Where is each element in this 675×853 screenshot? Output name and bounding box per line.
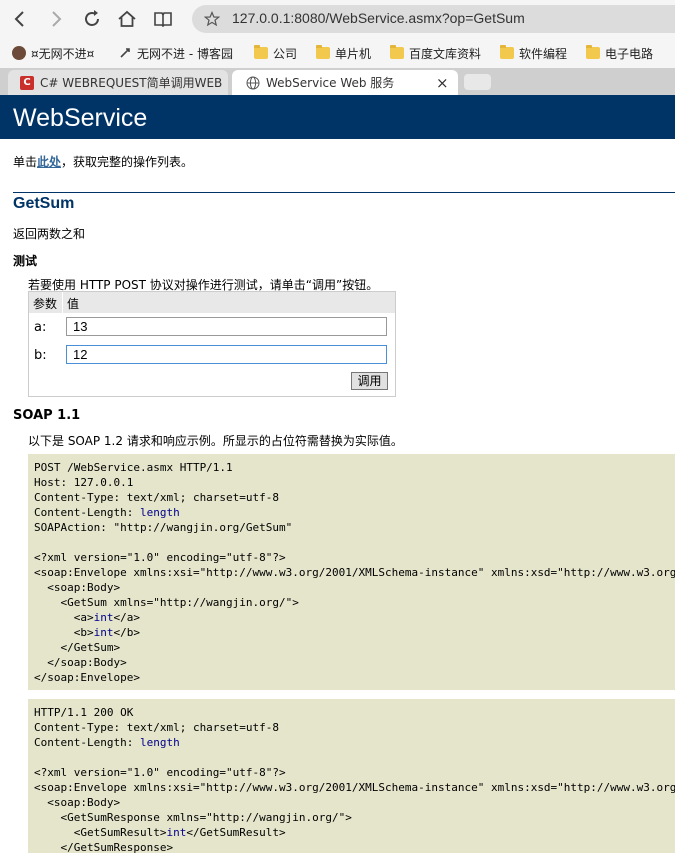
code-line: </GetSumResponse> <box>34 841 174 853</box>
code-line: <?xml version="1.0" encoding="utf-8"?> <box>34 766 286 779</box>
code-line: <a>int</a> <box>34 611 140 624</box>
tab-webservice[interactable]: WebService Web 服务 × <box>232 70 458 95</box>
code-line: Content-Type: text/xml; charset=utf-8 <box>34 491 280 504</box>
code-line: Content-Type: text/xml; charset=utf-8 <box>34 721 280 734</box>
bookmark-label: ¤无网不进¤ <box>31 46 95 61</box>
globe-icon <box>246 76 260 90</box>
back-icon[interactable] <box>8 7 32 31</box>
new-tab-button[interactable] <box>464 74 491 90</box>
code-line: Content-Length: length <box>34 736 180 749</box>
blog-icon <box>118 46 132 60</box>
code-line: <GetSum xmlns="http://wangjin.org/"> <box>34 596 299 609</box>
bookmark-folder[interactable]: 公司 <box>254 44 297 62</box>
placeholder-value: int <box>166 826 187 839</box>
address-bar[interactable]: 127.0.0.1:8080/WebService.asmx?op=GetSum <box>192 5 675 33</box>
value-column-header: 值 <box>67 297 80 311</box>
placeholder-value: int <box>93 611 114 624</box>
placeholder-value: int <box>93 626 114 639</box>
bookmark-label: 无网不进 - 博客园 <box>137 46 233 61</box>
bookmarks-bar: ¤无网不进¤ 无网不进 - 博客园 公司 单片机 百度文库资料 软件编程 电子电… <box>0 37 675 68</box>
home-icon[interactable] <box>115 7 139 31</box>
param-column-header: 参数 <box>33 297 58 311</box>
tab-title: WebService Web 服务 <box>266 76 395 90</box>
param-b-input[interactable] <box>66 345 387 364</box>
code-line: <soap:Envelope xmlns:xsi="http://www.w3.… <box>34 781 675 794</box>
param-label-b: b: <box>34 348 47 363</box>
page-title: WebService <box>13 104 148 132</box>
code-line: <?xml version="1.0" encoding="utf-8"?> <box>34 551 286 564</box>
tab-strip: C C# WEBREQUEST简单调用WEB WebService Web 服务… <box>0 68 675 95</box>
code-line: POST /WebService.asmx HTTP/1.1 <box>34 461 233 474</box>
param-label-a: a: <box>34 320 47 335</box>
address-url[interactable]: 127.0.0.1:8080/WebService.asmx?op=GetSum <box>232 10 525 26</box>
soap-description: 以下是 SOAP 1.2 请求和响应示例。所显示的占位符需替换为实际值。 <box>28 434 403 448</box>
intro-text: 单击此处，获取完整的操作列表。 <box>13 153 193 170</box>
code-line: <soap:Body> <box>34 796 121 809</box>
code-line: <GetSumResponse xmlns="http://wangjin.or… <box>34 811 352 824</box>
bookmark-item[interactable]: ¤无网不进¤ <box>12 44 94 62</box>
bookmark-folder[interactable]: 单片机 <box>316 44 371 62</box>
code-line: Content-Length: length <box>34 506 180 519</box>
folder-icon <box>500 45 514 59</box>
tab-csharp-webrequest[interactable]: C C# WEBREQUEST简单调用WEB <box>8 70 228 95</box>
tab-title: C# WEBREQUEST简单调用WEB <box>40 76 223 90</box>
bookmark-label: 公司 <box>273 46 298 61</box>
bookmark-label: 百度文库资料 <box>409 46 482 61</box>
bookmark-label: 电子电路 <box>605 46 654 61</box>
csdn-icon: C <box>20 75 34 90</box>
code-line: SOAPAction: "http://wangjin.org/GetSum" <box>34 521 293 534</box>
soap-response-sample: HTTP/1.1 200 OK Content-Type: text/xml; c… <box>28 699 675 853</box>
folder-icon <box>390 45 404 59</box>
code-line: <soap:Envelope xmlns:xsi="http://www.w3.… <box>34 566 675 579</box>
param-table-header: 参数 值 <box>29 292 395 313</box>
forward-icon[interactable] <box>44 7 68 31</box>
operation-description: 返回两数之和 <box>13 227 86 241</box>
avatar-icon <box>12 46 26 60</box>
folder-icon <box>316 45 330 59</box>
reader-view-icon[interactable] <box>151 7 175 31</box>
page-header: WebService <box>0 95 675 139</box>
placeholder-value: length <box>139 736 180 749</box>
operation-list-link[interactable]: 此处 <box>37 155 61 169</box>
bookmark-item[interactable]: 无网不进 - 博客园 <box>118 44 233 62</box>
code-line: </soap:Body> <box>34 656 127 669</box>
code-line: </soap:Envelope> <box>34 671 140 684</box>
param-a-input[interactable] <box>66 317 387 336</box>
intro-prefix: 单击 <box>13 155 38 169</box>
code-line: </GetSum> <box>34 641 121 654</box>
soap-request-sample: POST /WebService.asmx HTTP/1.1 Host: 127.… <box>28 454 675 690</box>
reload-icon[interactable] <box>80 7 104 31</box>
invoke-button[interactable]: 调用 <box>351 372 388 390</box>
folder-icon <box>254 45 268 59</box>
bookmark-folder[interactable]: 百度文库资料 <box>390 44 481 62</box>
code-line: <b>int</b> <box>34 626 140 639</box>
bookmark-label: 单片机 <box>335 46 372 61</box>
test-form: 参数 值 a: b: 调用 <box>28 291 396 397</box>
code-line: HTTP/1.1 200 OK <box>34 706 134 719</box>
divider <box>13 192 675 193</box>
browser-toolbar: 127.0.0.1:8080/WebService.asmx?op=GetSum <box>0 0 675 37</box>
star-icon[interactable] <box>204 11 220 27</box>
intro-suffix: ，获取完整的操作列表。 <box>61 155 194 169</box>
folder-icon <box>586 45 600 59</box>
operation-title: GetSum <box>13 195 75 212</box>
bookmark-label: 软件编程 <box>519 46 568 61</box>
code-line: <GetSumResult>int</GetSumResult> <box>34 826 286 839</box>
code-line: <soap:Body> <box>34 581 121 594</box>
column-divider <box>62 292 63 313</box>
bookmark-folder[interactable]: 软件编程 <box>500 44 567 62</box>
placeholder-value: length <box>139 506 180 519</box>
close-icon[interactable]: × <box>436 74 449 92</box>
soap-section-title: SOAP 1.1 <box>13 408 81 423</box>
code-line: Host: 127.0.0.1 <box>34 476 134 489</box>
bookmark-folder[interactable]: 电子电路 <box>586 44 653 62</box>
test-heading: 测试 <box>13 254 38 268</box>
